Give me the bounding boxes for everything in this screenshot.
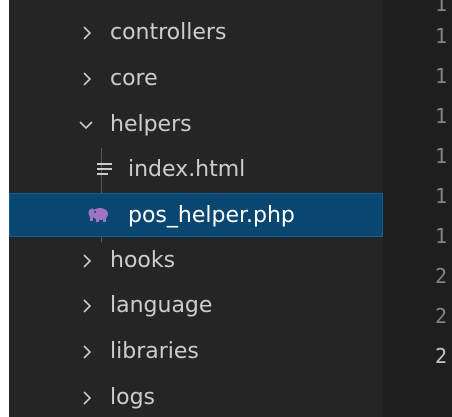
file-pos-helper-php[interactable]: pos_helper.php <box>9 193 383 237</box>
folder-label: language <box>110 293 213 318</box>
folder-label: helpers <box>110 112 192 137</box>
folder-core[interactable]: core <box>9 57 383 101</box>
lines-document-icon <box>95 160 115 180</box>
line-number: 1 <box>435 144 448 168</box>
folder-label: libraries <box>110 339 199 364</box>
folder-label: core <box>110 66 158 91</box>
folder-helpers[interactable]: helpers <box>9 103 383 147</box>
chevron-right-icon[interactable] <box>80 253 94 269</box>
chevron-right-icon[interactable] <box>80 390 94 406</box>
folder-logs[interactable]: logs <box>9 376 383 417</box>
folder-language[interactable]: language <box>9 284 383 328</box>
file-index-html[interactable]: index.html <box>9 148 383 192</box>
line-number: 1 <box>435 64 448 88</box>
php-elephant-icon <box>88 205 108 225</box>
line-number: 1 <box>435 184 448 208</box>
line-number: 2 <box>435 344 448 368</box>
vscode-window: controllers core helpers index.html pos_… <box>0 0 452 417</box>
line-number: 2 <box>435 304 448 328</box>
folder-hooks[interactable]: hooks <box>9 239 383 283</box>
chevron-right-icon[interactable] <box>80 298 94 314</box>
folder-label: logs <box>110 385 155 410</box>
folder-libraries[interactable]: libraries <box>9 330 383 374</box>
file-label: pos_helper.php <box>128 203 295 228</box>
line-number: 1 <box>435 104 448 128</box>
chevron-down-icon[interactable] <box>78 117 93 133</box>
explorer-sidebar: controllers core helpers index.html pos_… <box>9 0 383 417</box>
file-label: index.html <box>128 157 246 182</box>
line-number: 2 <box>435 264 448 288</box>
folder-controllers[interactable]: controllers <box>9 11 383 55</box>
chevron-right-icon[interactable] <box>80 71 94 87</box>
chevron-right-icon[interactable] <box>80 25 94 41</box>
line-number: 1 <box>435 224 448 248</box>
folder-label: hooks <box>110 248 176 273</box>
editor-gutter: 1 1 1 1 1 1 1 2 2 2 <box>383 0 452 417</box>
chevron-right-icon[interactable] <box>80 344 94 360</box>
line-number: 1 <box>435 24 448 48</box>
folder-label: controllers <box>110 20 227 45</box>
